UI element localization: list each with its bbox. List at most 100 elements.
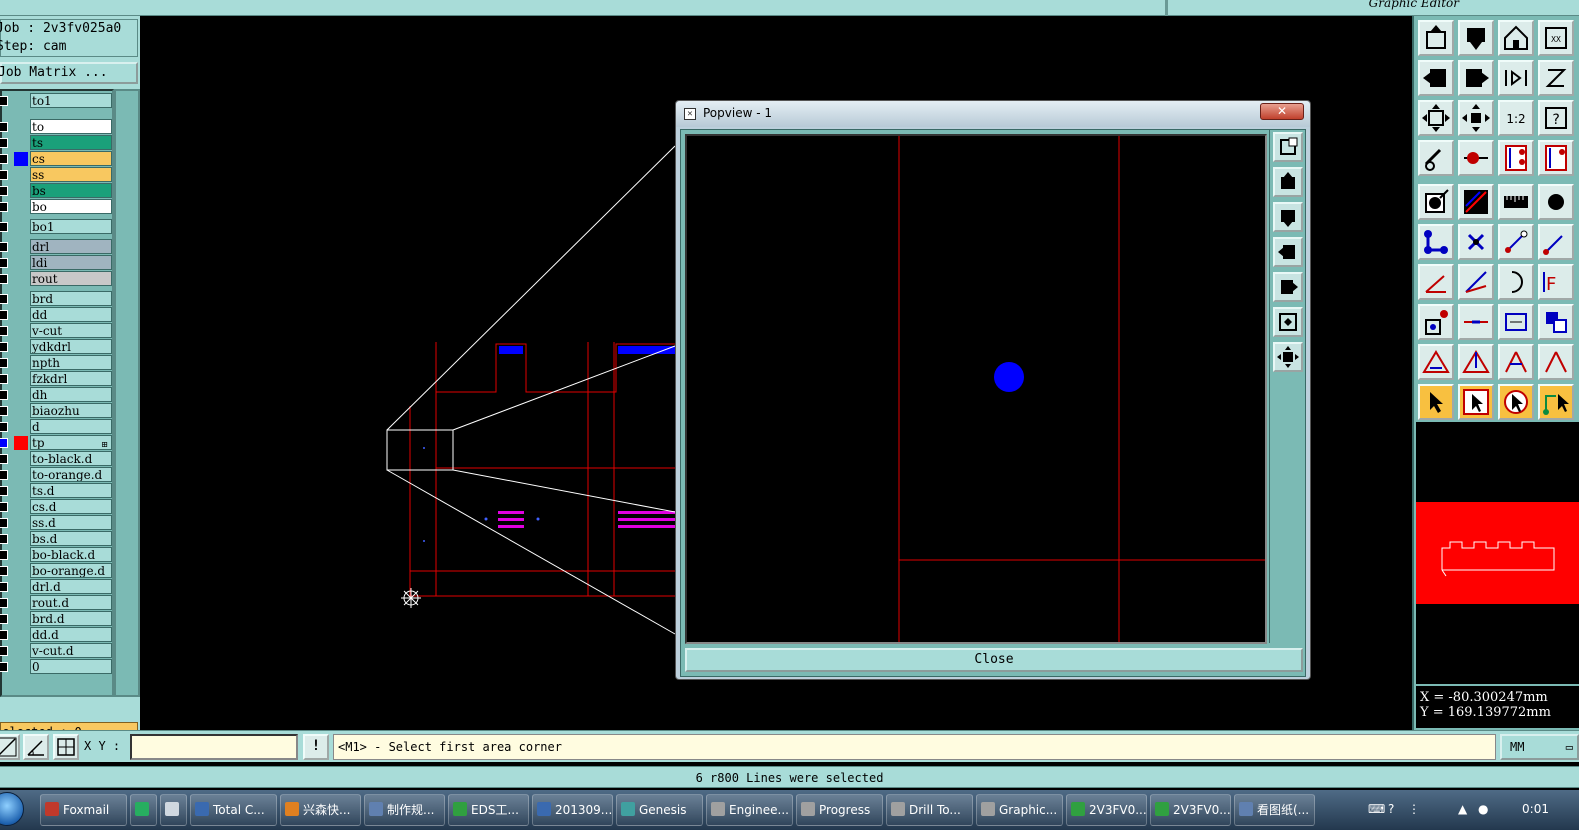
- layer-name[interactable]: bs.d: [30, 531, 112, 546]
- layer-name[interactable]: bo: [30, 199, 112, 214]
- layer-name[interactable]: tp ⊞: [30, 435, 112, 450]
- layer-row[interactable]: dd.d: [0, 627, 114, 642]
- popview-tool-pan-down[interactable]: [1273, 202, 1303, 232]
- settings-tool-button[interactable]: [1418, 140, 1454, 176]
- layer-checkbox[interactable]: [0, 518, 8, 528]
- keyboard-icon[interactable]: ⌨: [1368, 802, 1385, 816]
- layer-name[interactable]: dh: [30, 387, 112, 402]
- help-icon[interactable]: ?: [1388, 802, 1394, 816]
- layer-name[interactable]: ts.d: [30, 483, 112, 498]
- layer-checkbox[interactable]: [0, 358, 8, 368]
- layer-row[interactable]: brd: [0, 291, 114, 306]
- layer-checkbox[interactable]: [0, 222, 8, 232]
- pan-right-tool-button[interactable]: [1458, 60, 1494, 96]
- slope-tool-button[interactable]: [1458, 264, 1494, 300]
- layer-row[interactable]: ydkdrl: [0, 339, 114, 354]
- warning-button[interactable]: !: [303, 734, 329, 760]
- layer-checkbox[interactable]: [0, 154, 8, 164]
- layer-name[interactable]: rout.d: [30, 595, 112, 610]
- taskbar-item[interactable]: 兴森快...: [280, 794, 361, 826]
- taskbar-item[interactable]: Drill To...: [886, 794, 973, 826]
- layer-name[interactable]: ts: [30, 135, 112, 150]
- popview-tool-pan-left[interactable]: [1273, 237, 1303, 267]
- layer-row[interactable]: npth: [0, 355, 114, 370]
- triangle-tool-button[interactable]: [1418, 344, 1454, 380]
- layer-scrollbar[interactable]: [114, 89, 140, 697]
- layer-name[interactable]: bs: [30, 183, 112, 198]
- resize-tool-button[interactable]: [1498, 304, 1534, 340]
- layer-checkbox[interactable]: [0, 614, 8, 624]
- layer-name[interactable]: to1: [30, 93, 112, 108]
- layer-row[interactable]: d: [0, 419, 114, 434]
- layer-name[interactable]: v-cut: [30, 323, 112, 338]
- home-tool-button[interactable]: [1498, 20, 1534, 56]
- select-tool-button[interactable]: [1418, 384, 1454, 420]
- popview-tool-pan-right[interactable]: [1273, 272, 1303, 302]
- tray-arrow-icon[interactable]: ▲: [1458, 802, 1467, 816]
- a-alt-tool-button[interactable]: [1538, 344, 1574, 380]
- layer-row[interactable]: ldi: [0, 255, 114, 270]
- layer-name[interactable]: cs.d: [30, 499, 112, 514]
- taskbar-item[interactable]: [160, 794, 187, 826]
- layer-name[interactable]: bo1: [30, 219, 112, 234]
- layer-checkbox[interactable]: [0, 630, 8, 640]
- taskbar-item[interactable]: EDS工...: [448, 794, 529, 826]
- layer-name[interactable]: to: [30, 119, 112, 134]
- arc-tool-button[interactable]: [1498, 264, 1534, 300]
- taskbar-item[interactable]: 看图纸(...: [1234, 794, 1315, 826]
- network-icon[interactable]: ⋮: [1408, 802, 1420, 816]
- layer-name[interactable]: dd: [30, 307, 112, 322]
- layer-checkbox[interactable]: [0, 550, 8, 560]
- help-tool-button[interactable]: ?: [1538, 100, 1574, 136]
- taskbar-item[interactable]: [130, 794, 157, 826]
- zoom-area-tool-button[interactable]: [1458, 100, 1494, 136]
- layer-name[interactable]: rout: [30, 271, 112, 286]
- layer-checkbox[interactable]: [0, 454, 8, 464]
- layer-checkbox[interactable]: [0, 470, 8, 480]
- popview-tool-zoom-out[interactable]: [1273, 342, 1303, 372]
- layer-name[interactable]: brd: [30, 291, 112, 306]
- layer-checkbox[interactable]: [0, 598, 8, 608]
- layer-checkbox[interactable]: [0, 502, 8, 512]
- layer-name[interactable]: drl: [30, 239, 112, 254]
- layer-checkbox[interactable]: [0, 294, 8, 304]
- taskbar-item[interactable]: 2V3FV0...: [1066, 794, 1147, 826]
- layer-checkbox[interactable]: [0, 96, 8, 106]
- layer-row[interactable]: to-black.d: [0, 451, 114, 466]
- add-line-tool-button[interactable]: [1498, 224, 1534, 260]
- taskbar-item[interactable]: Foxmail: [40, 794, 127, 826]
- start-button[interactable]: [0, 792, 24, 826]
- layer-name[interactable]: npth: [30, 355, 112, 370]
- layer-name[interactable]: drl.d: [30, 579, 112, 594]
- drill-check-tool-button[interactable]: [1538, 140, 1574, 176]
- layer-name[interactable]: dd.d: [30, 627, 112, 642]
- layer-row[interactable]: ts.d: [0, 483, 114, 498]
- layer-row[interactable]: bo-black.d: [0, 547, 114, 562]
- h-line-tool-button[interactable]: [1458, 304, 1494, 340]
- layer-checkbox[interactable]: [0, 566, 8, 576]
- shield-icon[interactable]: ●: [1478, 802, 1488, 816]
- layer-checkbox[interactable]: [0, 258, 8, 268]
- layer-name[interactable]: cs: [30, 151, 112, 166]
- layer-row[interactable]: v-cut.d: [0, 643, 114, 658]
- select-net-tool-button[interactable]: [1538, 384, 1574, 420]
- popview-tool-zoom-in[interactable]: [1273, 307, 1303, 337]
- layer-checkbox[interactable]: [0, 326, 8, 336]
- taskbar-item[interactable]: 制作规...: [364, 794, 445, 826]
- angle-tool-button[interactable]: [1418, 264, 1454, 300]
- layer-name[interactable]: ss.d: [30, 515, 112, 530]
- layer-checkbox[interactable]: [0, 662, 8, 672]
- a-tool-button[interactable]: [1498, 344, 1534, 380]
- zoom-home-tool-button[interactable]: [1418, 20, 1454, 56]
- overview-map[interactable]: [1416, 422, 1579, 684]
- pan-down-tool-button[interactable]: [1458, 20, 1494, 56]
- taskbar-item[interactable]: Progress: [796, 794, 883, 826]
- layer-name[interactable]: to-black.d: [30, 451, 112, 466]
- xy-input[interactable]: [130, 734, 298, 760]
- drill-map-tool-button[interactable]: [1498, 140, 1534, 176]
- layer-row[interactable]: fzkdrl: [0, 371, 114, 386]
- layer-row[interactable]: tp ⊞: [0, 435, 114, 450]
- popview-tool-zoom-home[interactable]: [1273, 132, 1303, 162]
- pin-tool-button[interactable]: [1458, 140, 1494, 176]
- taskbar-item[interactable]: 2V3FV0...: [1150, 794, 1231, 826]
